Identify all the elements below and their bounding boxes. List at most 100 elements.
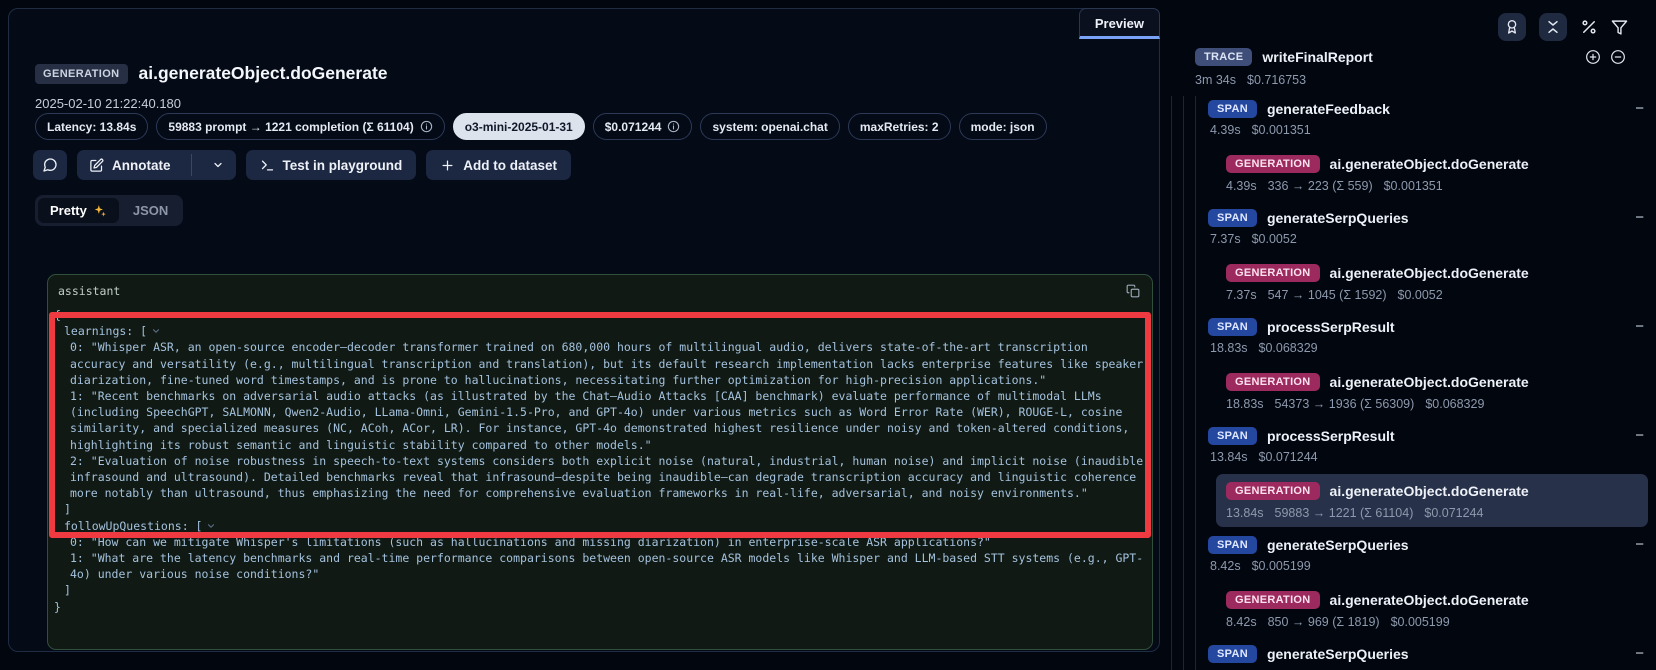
metadata-pill[interactable]: 59883 prompt → 1221 completion (Σ 61104) [156, 113, 444, 140]
tab-json[interactable]: JSON [121, 198, 180, 223]
json-text: 0: "How can we mitigate Whisper's limita… [70, 535, 991, 549]
tree-generation-row[interactable]: GENERATIONai.generateObject.doGenerate 8.… [1216, 583, 1648, 636]
generation-tokens: 54373 → 1936 (Σ 56309) [1275, 397, 1415, 411]
model-pill[interactable]: o3-mini-2025-01-31 [453, 113, 585, 140]
filter-button[interactable] [1611, 19, 1628, 36]
tree-generation-row[interactable]: GENERATIONai.generateObject.doGenerate7.… [1216, 256, 1648, 309]
span-duration: 4.39s [1210, 123, 1241, 138]
filter-funnel-icon [1611, 19, 1628, 36]
metadata-pill[interactable]: system: openai.chat [700, 113, 839, 140]
annotate-button[interactable]: Annotate [77, 158, 183, 173]
tree-span-row[interactable]: SPANgenerateSerpQueries− [1208, 205, 1648, 230]
pill-label: maxRetries: 2 [860, 120, 939, 134]
json-array-item: 0: "Whisper ASR, an open-source encoder–… [54, 339, 1144, 388]
generation-title-row: GENERATION ai.generateObject.doGenerate [1226, 260, 1638, 285]
json-text: ] [64, 583, 71, 597]
span-cost: $0.068329 [1259, 341, 1318, 356]
metadata-pill[interactable]: mode: json [959, 113, 1047, 140]
generation-title: ai.generateObject.doGenerate [1330, 374, 1529, 390]
annotate-split-button: Annotate [77, 150, 236, 180]
generation-metrics: 13.84s59883 → 1221 (Σ 61104)$0.071244 [1226, 506, 1638, 520]
trace-tree-group: SPANgenerateSerpQueries−8.42s$0.005199GE… [1208, 532, 1648, 636]
span-duration: 7.37s [1210, 232, 1241, 247]
generation-title-row: GENERATIONai.generateObject.doGenerate [1226, 478, 1638, 503]
generation-tokens: 336 → 223 (Σ 559) [1268, 179, 1373, 193]
span-badge: SPAN [1208, 536, 1257, 554]
generation-badge: GENERATION [1226, 264, 1320, 282]
generation-duration: 8.42s [1226, 615, 1257, 629]
span-title: generateSerpQueries [1267, 537, 1409, 553]
generation-title-row: GENERATIONai.generateObject.doGenerate [1226, 587, 1638, 612]
span-badge: SPAN [1208, 427, 1257, 445]
collapse-row-icon[interactable]: − [1635, 427, 1648, 444]
span-metrics: 7.37s $0.0052 [1210, 232, 1648, 247]
chevron-down-icon[interactable] [65, 310, 75, 320]
collapse-row-icon[interactable]: − [1635, 209, 1648, 226]
show-percentages-button[interactable] [1580, 18, 1598, 36]
collapse-row-icon[interactable]: − [1635, 536, 1648, 553]
generation-title: ai.generateObject.doGenerate [1330, 265, 1529, 281]
generation-duration: 4.39s [1226, 179, 1257, 193]
tab-pretty[interactable]: Pretty [38, 198, 119, 223]
comment-button[interactable] [33, 150, 67, 180]
generation-cost: $0.001351 [1384, 179, 1443, 193]
json-line: ] [54, 501, 1144, 517]
generation-metrics: 4.39s 336 → 223 (Σ 559) $0.001351 [1226, 179, 1638, 193]
generation-tokens: 850 → 969 (Σ 1819) [1268, 615, 1380, 629]
json-key-learnings: learnings: [ [54, 323, 1144, 339]
trace-root-row[interactable]: TRACE writeFinalReport [1195, 48, 1642, 66]
collapse-row-icon[interactable]: − [1635, 318, 1648, 335]
generation-title: ai.generateObject.doGenerate [1330, 592, 1529, 608]
terminal-icon [260, 158, 275, 173]
tree-generation-row[interactable]: GENERATIONai.generateObject.doGenerate18… [1216, 365, 1648, 418]
pill-label: $0.071244 [605, 120, 662, 134]
json-array-item: 1: "Recent benchmarks on adversarial aud… [54, 388, 1144, 453]
info-icon[interactable] [420, 120, 433, 133]
json-line: ] [54, 582, 1144, 598]
pill-label: 59883 prompt → 1221 completion (Σ 61104) [168, 120, 413, 134]
collapse-all-button[interactable] [1539, 13, 1567, 41]
trace-title: writeFinalReport [1262, 49, 1372, 65]
tree-span-row[interactable]: SPANprocessSerpResult− [1208, 314, 1648, 339]
pill-label: mode: json [971, 120, 1035, 134]
metadata-pill[interactable]: maxRetries: 2 [848, 113, 951, 140]
observation-header: GENERATION ai.generateObject.doGenerate [35, 63, 388, 84]
tab-preview[interactable]: Preview [1079, 8, 1160, 39]
copy-icon[interactable] [1126, 284, 1140, 298]
tree-generation-row[interactable]: GENERATIONai.generateObject.doGenerate 4.… [1216, 147, 1648, 200]
collapse-row-icon[interactable]: − [1635, 100, 1648, 117]
observation-detail-panel: Preview GENERATION ai.generateObject.doG… [8, 8, 1160, 652]
span-duration: 8.42s [1210, 559, 1241, 574]
pill-label: o3-mini-2025-01-31 [465, 120, 573, 134]
plus-icon [440, 158, 455, 173]
metadata-pill[interactable]: Latency: 13.84s [35, 113, 148, 140]
json-text: } [54, 600, 61, 614]
annotations-toggle-button[interactable] [1498, 13, 1526, 41]
generation-badge: GENERATION [1226, 155, 1320, 173]
percent-icon [1580, 18, 1598, 36]
chevron-down-icon[interactable] [151, 326, 161, 336]
annotate-dropdown-button[interactable] [200, 159, 236, 171]
trace-tree-group: SPANprocessSerpResult−13.84s$0.071244GEN… [1208, 423, 1648, 527]
json-text: learnings: [ [64, 324, 147, 338]
collapse-row-icon[interactable]: − [1635, 645, 1648, 662]
tree-span-row[interactable]: SPANgenerateSerpQueries− [1208, 641, 1648, 666]
expand-all-icon[interactable] [1585, 49, 1601, 65]
pretty-label: Pretty [50, 203, 87, 218]
test-in-playground-button[interactable]: Test in playground [246, 150, 417, 180]
tree-span-row[interactable]: SPANgenerateFeedback− [1208, 96, 1648, 121]
span-cost: $0.0052 [1252, 232, 1297, 247]
chevron-down-icon[interactable] [206, 521, 216, 531]
span-title: generateFeedback [1267, 101, 1390, 117]
tree-span-row[interactable]: SPAN generateSerpQueries − [1208, 532, 1648, 557]
metadata-pill[interactable]: $0.071244 [593, 113, 693, 140]
tree-generation-row[interactable]: GENERATIONai.generateObject.doGenerate 13… [1216, 474, 1648, 527]
generation-title-row: GENERATIONai.generateObject.doGenerate [1226, 151, 1638, 176]
info-icon[interactable] [667, 120, 680, 133]
json-output-view: {learnings: [0: "Whisper ASR, an open-so… [48, 300, 1152, 625]
trace-toolbar [1498, 13, 1628, 41]
metadata-pill-row: Latency: 13.84s 59883 prompt → 1221 compl… [35, 113, 1047, 140]
tree-span-row[interactable]: SPANprocessSerpResult− [1208, 423, 1648, 448]
collapse-all-circle-icon[interactable] [1610, 49, 1626, 65]
add-to-dataset-button[interactable]: Add to dataset [426, 150, 571, 180]
